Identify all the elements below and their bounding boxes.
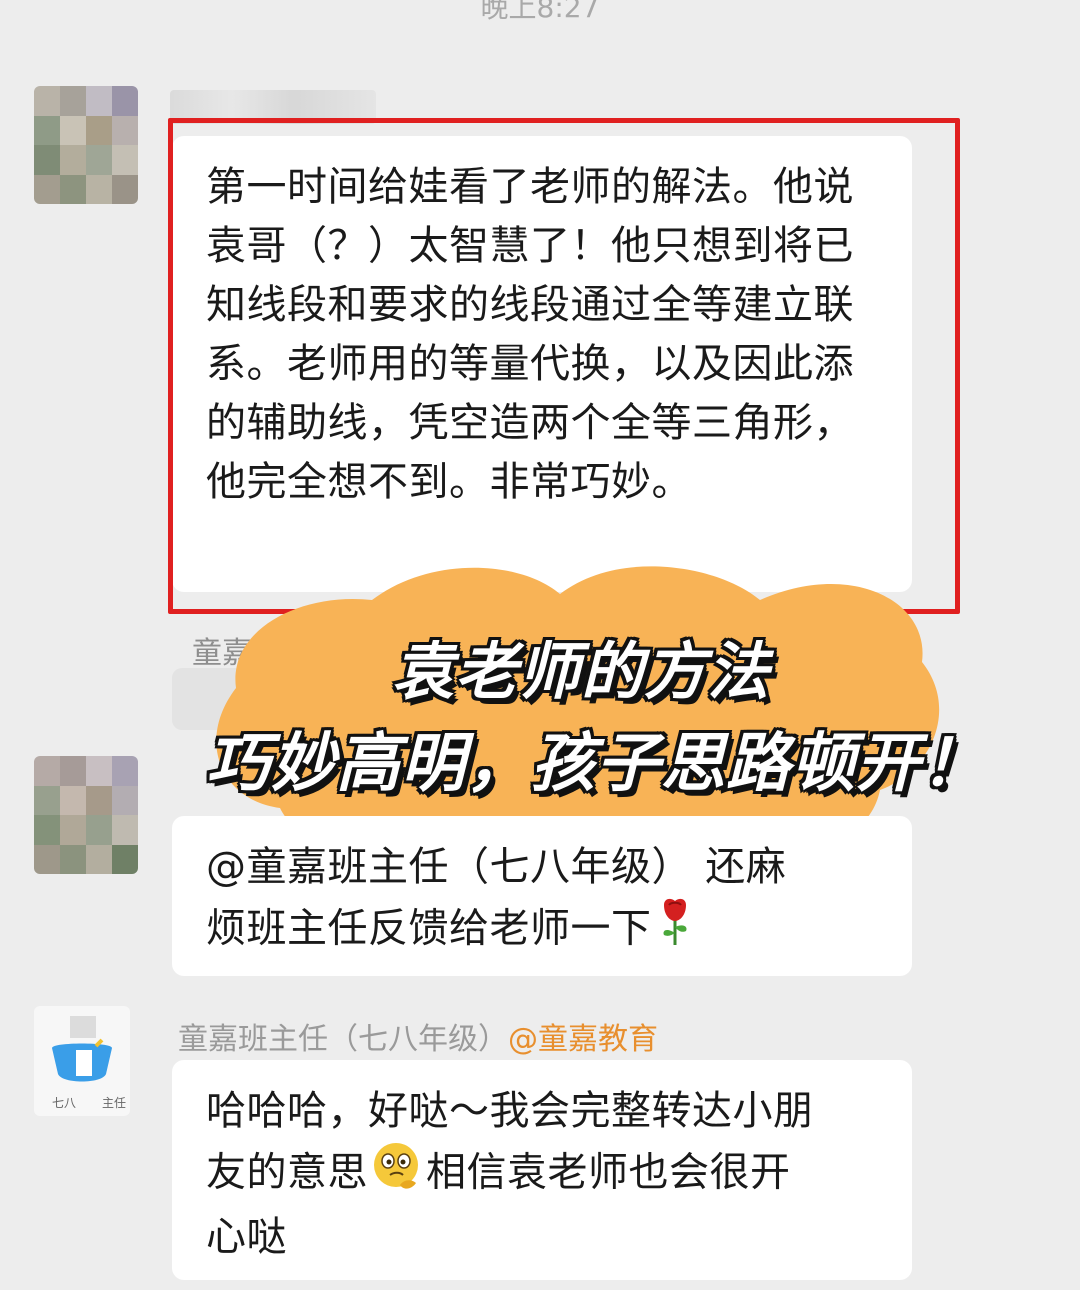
overlay-subtitle: 巧妙高明，孩子思路顿开！: [206, 727, 986, 801]
message-line: 烦班主任反馈给老师一下: [206, 905, 652, 952]
message-bubble[interactable]: @童嘉班主任（七八年级） 还麻 烦班主任反馈给老师一下: [172, 816, 912, 976]
message-line: 哈哈哈，好哒～我会完整转达小朋: [206, 1088, 814, 1134]
message-line: @童嘉班主任（七八年级） 还麻: [206, 844, 787, 890]
sender-name: 童嘉班主任（七八年级）@童嘉教育: [178, 1014, 658, 1058]
message-line: 心哒: [206, 1214, 287, 1260]
sender-mention-tag[interactable]: @童嘉教育: [508, 1022, 658, 1057]
avatar-caption-left: 七八: [52, 1096, 77, 1110]
sender-label: 童嘉班主任（七八年级）: [178, 1022, 508, 1057]
overlay-title: 袁老师的方法: [392, 635, 771, 708]
message-line: 相信袁老师也会很开: [426, 1149, 791, 1196]
avatar-caption-right: 主任: [102, 1096, 127, 1110]
message-line: 友的意思: [206, 1149, 368, 1196]
message-bubble[interactable]: 哈哈哈，好哒～我会完整转达小朋 友的意思 相信袁老师也会很开 心哒: [172, 1060, 912, 1280]
avatar[interactable]: [34, 756, 138, 874]
thinking-face-icon: [370, 1141, 424, 1208]
rose-icon: [658, 897, 692, 964]
